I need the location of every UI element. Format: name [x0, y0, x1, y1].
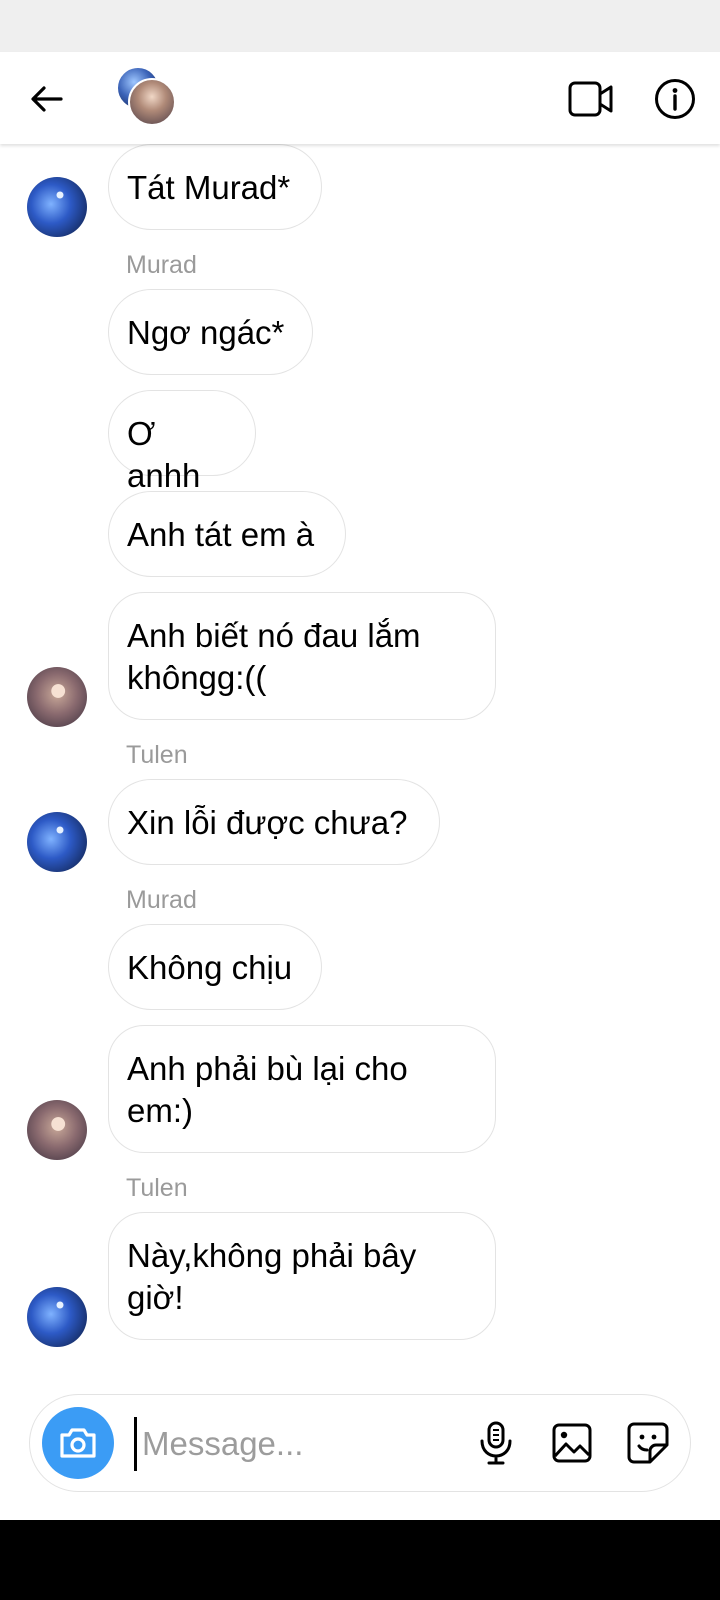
message-bubble[interactable]: Xin lỗi được chưa?: [108, 779, 440, 865]
chat-header: [0, 52, 720, 144]
sender-name: Murad: [126, 886, 197, 914]
avatar[interactable]: [27, 1100, 87, 1160]
video-camera-icon: [568, 81, 613, 117]
avatar[interactable]: [27, 1287, 87, 1347]
message-bubble[interactable]: Anh tát em à: [108, 491, 346, 577]
back-arrow-icon: [31, 86, 63, 112]
back-button[interactable]: [22, 74, 72, 124]
sender-name: Tulen: [126, 1174, 188, 1202]
message-bubble[interactable]: Anh phải bù lại cho em:): [108, 1025, 496, 1153]
video-call-button[interactable]: [566, 74, 616, 124]
sender-name: Tulen: [126, 741, 188, 769]
avatar[interactable]: [27, 177, 87, 237]
message-bubble[interactable]: Anh biết nó đau lắm khôngg:((: [108, 592, 496, 720]
avatar: [128, 78, 176, 126]
message-bubble[interactable]: Ngơ ngác*: [108, 289, 313, 375]
group-avatar[interactable]: [116, 66, 178, 128]
avatar[interactable]: [27, 667, 87, 727]
message-bubble[interactable]: Không chịu: [108, 924, 322, 1010]
message-bubble[interactable]: Này,không phải bây giờ!: [108, 1212, 496, 1340]
info-button[interactable]: [650, 74, 700, 124]
message-list: Tát Murad* Murad Ngơ ngác* Ơ anhh Anh tá…: [0, 0, 720, 1600]
sender-name: Murad: [126, 251, 197, 279]
message-bubble[interactable]: Ơ anhh: [108, 390, 256, 494]
avatar[interactable]: [27, 812, 87, 872]
message-bubble[interactable]: Tát Murad*: [108, 144, 322, 230]
info-icon: [655, 79, 695, 119]
